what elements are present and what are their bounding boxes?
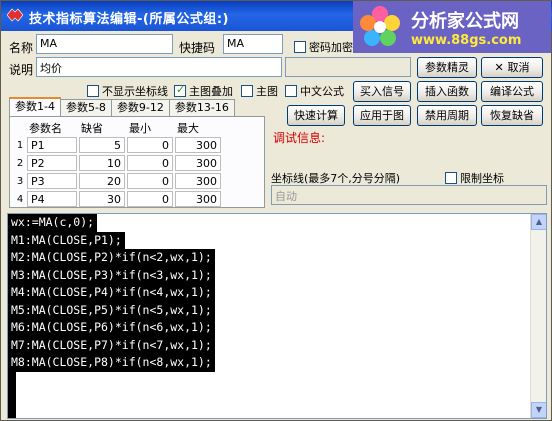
cancel-button-label: 取消 [507, 61, 530, 74]
scroll-down-arrow-icon[interactable]: ▼ [531, 402, 546, 418]
code-line: M5:MA(CLOSE,P5)*if(n<5,wx,1); [8, 301, 215, 319]
insert-function-button[interactable]: 插入函数 [417, 81, 477, 102]
table-row: 3 P3 20 0 300 [14, 172, 222, 190]
param-max-cell[interactable]: 300 [175, 155, 221, 171]
code-line: M4:MA(CLOSE,P4)*if(n<4,wx,1); [8, 284, 215, 302]
formula-code-editor[interactable]: wx:=MA(c,0); M1:MA(CLOSE,P1); M2:MA(CLOS… [7, 213, 547, 419]
param-max-cell[interactable]: 300 [175, 191, 221, 207]
name-input[interactable]: MA [36, 34, 173, 54]
restore-default-button[interactable]: 恢复缺省 [481, 105, 543, 126]
code-line: M3:MA(CLOSE,P3)*if(n<3,wx,1); [8, 266, 215, 284]
param-name-cell[interactable]: P2 [27, 155, 77, 171]
option-main-chart-label: 主图 [256, 85, 278, 98]
text-cursor-block [8, 371, 16, 418]
option-hide-axis-box[interactable] [87, 85, 99, 97]
param-table-header: 参数名 缺省 最小 最大 [14, 120, 222, 136]
import-signal-button[interactable]: 买入信号 [353, 81, 411, 102]
code-line: M1:MA(CLOSE,P1); [8, 231, 125, 249]
param-min-cell[interactable]: 0 [127, 155, 173, 171]
apply-chart-button[interactable]: 应用于图 [353, 105, 411, 126]
flower-logo-icon [360, 6, 400, 46]
code-lines: wx:=MA(c,0); M1:MA(CLOSE,P1); M2:MA(CLOS… [8, 214, 215, 418]
param-min-cell[interactable]: 0 [127, 173, 173, 189]
option-main-chart[interactable]: 主图 [241, 83, 278, 99]
param-min-cell[interactable]: 0 [127, 191, 173, 207]
close-icon: ✕ [494, 61, 508, 74]
param-default-cell[interactable]: 5 [79, 137, 125, 153]
header-default: 缺省 [81, 122, 103, 135]
disable-period-button[interactable]: 禁用周期 [417, 105, 477, 126]
option-chinese-formula-label: 中文公式 [300, 85, 344, 98]
code-line: M6:MA(CLOSE,P6)*if(n<6,wx,1); [8, 319, 215, 337]
scroll-up-arrow-icon[interactable]: ▲ [531, 214, 546, 230]
param-wizard-button[interactable]: 参数精灵 [417, 57, 477, 78]
formula-editor-window: 技术指标算法编辑-(所属公式组:) 分析家公式网 www.88gs.com 名称… [0, 0, 552, 421]
app-icon [7, 8, 23, 22]
window-title: 技术指标算法编辑-(所属公式组:) [29, 12, 229, 27]
code-line: M2:MA(CLOSE,P2)*if(n<2,wx,1); [8, 249, 215, 267]
cancel-button[interactable]: ✕ 取消 [481, 57, 543, 78]
table-row: 2 P2 10 0 300 [14, 154, 222, 172]
code-line: M7:MA(CLOSE,P7)*if(n<7,wx,1); [8, 336, 215, 354]
header-min: 最小 [129, 122, 151, 135]
param-tabs: 参数1-4 参数5-8 参数9-12 参数13-16 [9, 97, 235, 116]
param-name-cell[interactable]: P1 [27, 137, 77, 153]
table-row: 1 P1 5 0 300 [14, 136, 222, 154]
option-main-overlay-box[interactable] [174, 83, 186, 97]
row-number: 4 [16, 193, 24, 205]
desc-extra-field [285, 57, 411, 77]
option-main-overlay-label: 主图叠加 [189, 85, 233, 98]
desc-label: 说明 [9, 63, 34, 77]
code-line: wx:=MA(c,0); [8, 214, 98, 232]
axis-lines-input[interactable]: 自动 [271, 185, 547, 205]
tab-params-1-4[interactable]: 参数1-4 [9, 97, 61, 116]
param-name-cell[interactable]: P4 [27, 191, 77, 207]
param-default-cell[interactable]: 10 [79, 155, 125, 171]
row-number: 1 [16, 139, 24, 151]
desc-input[interactable]: 均价 [36, 57, 282, 77]
header-param-name: 参数名 [29, 122, 62, 135]
password-checkbox-label: 密码加密 [309, 41, 353, 54]
watermark-site-name: 分析家公式网 [411, 11, 519, 32]
hotkey-input[interactable]: MA [223, 34, 283, 54]
hotkey-label: 快捷码 [179, 41, 216, 55]
watermark-url: www.88gs.com [411, 33, 522, 48]
option-chinese-formula-box[interactable] [285, 85, 297, 97]
vertical-scrollbar[interactable]: ▲ ▼ [530, 214, 546, 418]
quick-calc-button[interactable]: 快速计算 [287, 105, 345, 126]
option-hide-axis[interactable]: 不显示坐标线 [87, 83, 168, 99]
debug-info-label: 调试信息: [273, 131, 326, 145]
option-chinese-formula[interactable]: 中文公式 [285, 83, 344, 99]
limit-axis-checkbox-box[interactable] [445, 172, 457, 184]
tab-params-13-16[interactable]: 参数13-16 [168, 99, 235, 116]
axis-lines-label: 坐标线(最多7个,分号分隔) [271, 172, 401, 185]
param-default-cell[interactable]: 20 [79, 173, 125, 189]
limit-axis-label: 限制坐标 [460, 172, 504, 185]
site-watermark: 分析家公式网 www.88gs.com [353, 1, 551, 53]
name-label: 名称 [9, 41, 34, 55]
table-row: 4 P4 30 0 300 [14, 190, 222, 208]
param-name-cell[interactable]: P3 [27, 173, 77, 189]
option-hide-axis-label: 不显示坐标线 [102, 85, 168, 98]
param-max-cell[interactable]: 300 [175, 173, 221, 189]
limit-axis-checkbox[interactable]: 限制坐标 [445, 170, 504, 186]
option-main-overlay[interactable]: 主图叠加 [174, 83, 233, 99]
param-tab-panel: 参数名 缺省 最小 最大 1 P1 5 0 300 2 P2 10 0 300 … [9, 116, 265, 208]
tab-params-9-12[interactable]: 参数9-12 [110, 99, 170, 116]
param-max-cell[interactable]: 300 [175, 137, 221, 153]
header-max: 最大 [177, 122, 199, 135]
param-default-cell[interactable]: 30 [79, 191, 125, 207]
row-number: 3 [16, 175, 24, 187]
option-main-chart-box[interactable] [241, 85, 253, 97]
compile-button[interactable]: 编译公式 [481, 81, 543, 102]
tab-params-5-8[interactable]: 参数5-8 [59, 99, 112, 116]
param-table: 参数名 缺省 最小 最大 1 P1 5 0 300 2 P2 10 0 300 … [14, 120, 222, 208]
row-number: 2 [16, 157, 24, 169]
password-checkbox[interactable]: 密码加密 [294, 39, 353, 55]
param-min-cell[interactable]: 0 [127, 137, 173, 153]
password-checkbox-box[interactable] [294, 41, 306, 53]
code-line: M8:MA(CLOSE,P8)*if(n<8,wx,1); [8, 354, 215, 372]
